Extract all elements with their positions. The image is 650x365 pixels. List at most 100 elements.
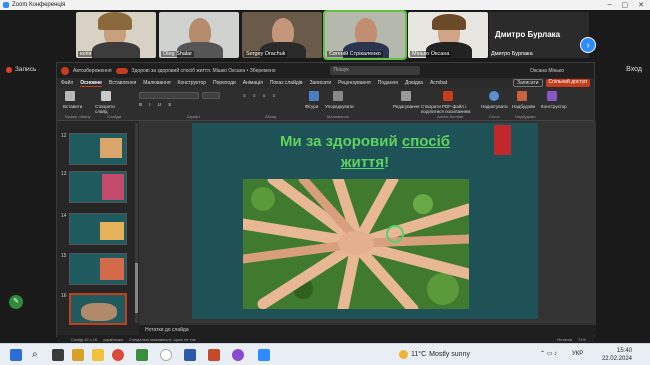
sun-icon bbox=[399, 350, 408, 359]
group-font: Шрифт bbox=[187, 114, 201, 119]
video-strip: юлія Oleg Shalar Sergey Drachuk Євгеній … bbox=[0, 10, 650, 60]
editing-button[interactable]: Редагування bbox=[393, 104, 419, 109]
ribbon: Вставити Створити слайд Буфер обміну Сла… bbox=[57, 88, 594, 121]
addins-button[interactable]: Надбудови bbox=[512, 104, 535, 109]
shared-screen: Автозбереження Здорові за здоровий спосі… bbox=[56, 62, 596, 344]
tab-view[interactable]: Подання bbox=[378, 80, 398, 86]
video-tile-5[interactable]: Мінько Оксана bbox=[408, 12, 488, 58]
ppt-titlebar: Автозбереження Здорові за здоровий спосі… bbox=[57, 63, 594, 78]
tab-slideshow[interactable]: Показ слайдів bbox=[270, 80, 303, 86]
microphone-icon[interactable]: ✎ bbox=[9, 295, 23, 309]
editing-icon[interactable] bbox=[401, 91, 411, 101]
autosave-toggle[interactable] bbox=[115, 67, 128, 74]
system-tray-icons[interactable]: ⌃ ▭ ♪ bbox=[540, 350, 557, 357]
windows-start-icon[interactable] bbox=[10, 349, 22, 361]
featured-tile[interactable]: Дмитро Бурлака Дмитро Бурлака bbox=[489, 12, 589, 58]
video-tile-3[interactable]: Sergey Drachuk bbox=[242, 12, 322, 58]
tab-design[interactable]: Конструктор bbox=[178, 80, 207, 86]
thumbnail-scrollbar[interactable] bbox=[135, 123, 138, 323]
slide-thumbnail-13[interactable] bbox=[69, 171, 127, 203]
video-tile-1[interactable]: юлія bbox=[76, 12, 156, 58]
slide-number: 14 bbox=[61, 213, 67, 219]
maximize-icon[interactable]: ▢ bbox=[622, 1, 629, 9]
clock[interactable]: 15:40 22.02.2024 bbox=[592, 347, 632, 363]
notes-pane[interactable]: Нотатки до слайда bbox=[139, 325, 596, 335]
font-family-select[interactable] bbox=[139, 92, 199, 99]
enter-button[interactable]: Вход bbox=[626, 66, 642, 73]
language-status[interactable]: українська bbox=[103, 337, 123, 342]
designer-button[interactable]: Конструктор bbox=[541, 104, 567, 109]
slide-thumbnails: 12 13 14 15 16 bbox=[57, 121, 137, 325]
weather-temp: 11°C bbox=[411, 351, 427, 358]
file-explorer-icon[interactable] bbox=[72, 349, 84, 361]
folder-icon[interactable] bbox=[92, 349, 104, 361]
word-icon[interactable] bbox=[184, 349, 196, 361]
search-icon[interactable]: ⌕ bbox=[32, 349, 44, 361]
weather-widget[interactable]: 11°C Mostly sunny bbox=[399, 350, 470, 359]
chrome-icon[interactable] bbox=[112, 349, 124, 361]
viber-icon[interactable] bbox=[232, 349, 244, 361]
ppt-logo-icon bbox=[61, 66, 69, 75]
tab-home[interactable]: Основне bbox=[80, 80, 102, 87]
new-slide-icon[interactable] bbox=[101, 91, 111, 101]
video-tile-4[interactable]: Євгеній Стрікаленко bbox=[323, 10, 407, 60]
minimize-icon[interactable]: – bbox=[608, 1, 612, 9]
slide-number: 15 bbox=[61, 253, 67, 259]
google-icon[interactable] bbox=[160, 349, 172, 361]
arrange-button[interactable]: Упорядкувати bbox=[325, 104, 354, 109]
addins-icon[interactable] bbox=[517, 91, 527, 101]
tab-insert[interactable]: Вставлення bbox=[109, 80, 136, 86]
user-name[interactable]: Оксана Мінько bbox=[530, 68, 594, 74]
tab-acrobat[interactable]: Acrobat bbox=[430, 80, 447, 86]
powerpoint-icon[interactable] bbox=[208, 349, 220, 361]
share-button[interactable]: Спільний доступ bbox=[545, 79, 590, 87]
video-tile-2[interactable]: Oleg Shalar bbox=[159, 12, 239, 58]
microphone-icon[interactable] bbox=[489, 91, 499, 101]
tab-help[interactable]: Довідка bbox=[405, 80, 423, 86]
tab-animations[interactable]: Анімація bbox=[243, 80, 263, 86]
tab-draw[interactable]: Малювання bbox=[143, 80, 170, 86]
zoom-icon[interactable] bbox=[258, 349, 270, 361]
paste-icon[interactable] bbox=[65, 91, 75, 101]
tab-review[interactable]: Рецензування bbox=[338, 80, 371, 86]
language-indicator[interactable]: УКР bbox=[572, 351, 583, 357]
arrange-icon[interactable] bbox=[333, 91, 343, 101]
paragraph-buttons[interactable]: ≡ ≡ ≡ ≡ bbox=[243, 93, 278, 98]
shapes-button[interactable]: Фігури bbox=[305, 104, 318, 109]
pdf-button[interactable]: Створити PDF-файл і поділитися посилання… bbox=[421, 104, 481, 114]
shapes-icon[interactable] bbox=[309, 91, 319, 101]
font-format-buttons[interactable]: B I U S bbox=[139, 102, 174, 107]
chevron-right-icon[interactable]: › bbox=[580, 37, 596, 53]
designer-icon[interactable] bbox=[547, 91, 557, 101]
window-controls[interactable]: – ▢ ✕ bbox=[608, 1, 650, 9]
slide-title-underlined: спосіб bbox=[401, 133, 451, 150]
slide-thumbnail-14[interactable] bbox=[69, 213, 127, 245]
record-indicator[interactable]: Запись bbox=[6, 66, 36, 73]
slide-title-line1: Ми за здоровий bbox=[279, 133, 398, 150]
slide-number: 13 bbox=[61, 171, 67, 177]
slide-thumbnail-15[interactable] bbox=[69, 253, 127, 285]
slide-canvas: Ми за здоровий спосіб життя! bbox=[139, 121, 596, 325]
dictate-button[interactable]: Надиктувати bbox=[481, 104, 508, 109]
slide-title: Ми за здоровий спосіб життя! bbox=[252, 131, 478, 173]
paste-button[interactable]: Вставити bbox=[63, 104, 82, 109]
record-button[interactable]: Записати bbox=[512, 79, 543, 87]
tab-file[interactable]: Файл bbox=[61, 80, 73, 86]
accessibility-status[interactable]: Спеціальні можливості: щось не так bbox=[129, 337, 196, 342]
notes-button[interactable]: Нотатки bbox=[557, 337, 572, 342]
task-view-icon[interactable] bbox=[52, 349, 64, 361]
slide-thumbnail-16[interactable] bbox=[69, 293, 127, 325]
current-slide[interactable]: Ми за здоровий спосіб життя! bbox=[192, 123, 538, 319]
pdf-icon[interactable] bbox=[443, 91, 453, 101]
slide-thumbnail-12[interactable] bbox=[69, 133, 127, 165]
tab-record[interactable]: Записати bbox=[310, 80, 332, 86]
record-dot-icon bbox=[6, 66, 12, 73]
participant-name: Євгеній Стрікаленко bbox=[327, 51, 383, 57]
new-slide-button[interactable]: Створити слайд bbox=[95, 104, 121, 114]
font-size-select[interactable] bbox=[202, 92, 220, 99]
search-input[interactable]: Пошук bbox=[329, 66, 420, 75]
tab-transitions[interactable]: Переходи bbox=[213, 80, 236, 86]
zoom-level[interactable]: 71% bbox=[578, 337, 594, 342]
close-icon[interactable]: ✕ bbox=[638, 1, 644, 9]
excel-icon[interactable] bbox=[136, 349, 148, 361]
